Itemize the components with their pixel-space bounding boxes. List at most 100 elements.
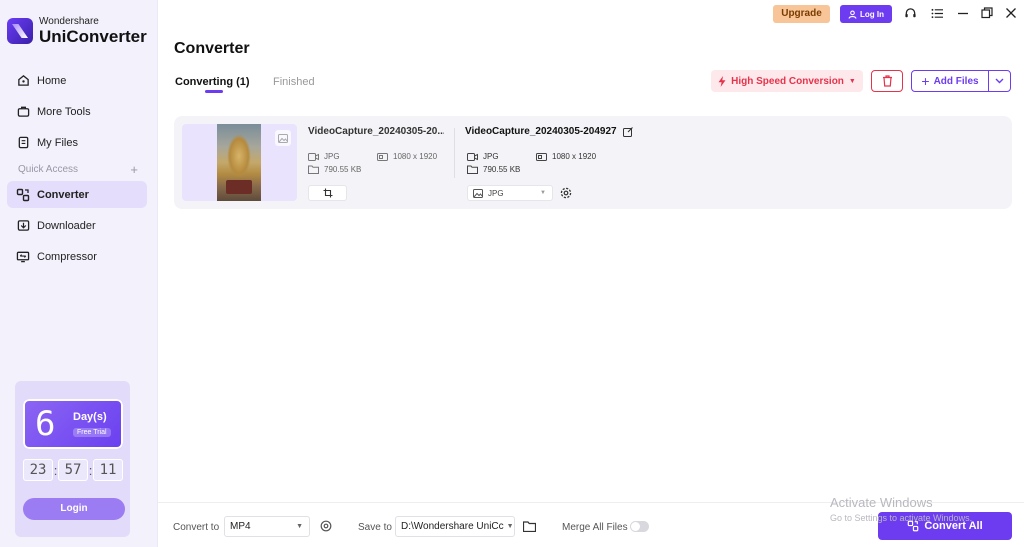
trial-days-count: 6 [35,404,56,444]
trial-days-badge: 6 Day(s) Free Trial [23,399,123,449]
merge-all-files-label: Merge All Files [562,522,628,533]
sidebar-item-home[interactable]: Home [7,67,147,94]
watermark-title: Activate Windows [830,495,933,510]
caret-down-icon: ▼ [540,190,546,196]
card-divider [454,128,455,178]
sidebar-item-compressor[interactable]: Compressor [7,243,147,270]
video-icon [467,152,478,161]
target-size: 790.55 KB [467,165,520,174]
video-icon [308,152,319,161]
add-files-dropdown[interactable] [989,71,1010,91]
target-size-value: 790.55 KB [483,165,521,174]
caret-down-icon: ▼ [848,77,856,85]
caret-down-icon: ▼ [506,523,514,530]
source-size-value: 790.55 KB [324,165,362,174]
resolution-icon [536,152,547,161]
app-logo: Wondershare UniConverter [7,17,147,45]
high-speed-label: High Speed Conversion [731,75,844,87]
convert-to-select[interactable]: MP4 ▼ [224,516,310,537]
user-icon [848,10,857,19]
countdown-seconds: 11 [93,459,123,481]
quick-access-header: Quick Access + [18,162,138,177]
add-files-button[interactable]: + Add Files [912,71,989,91]
source-format-value: JPG [324,152,340,161]
folder-icon [308,165,319,174]
source-size: 790.55 KB [308,165,361,174]
output-format-value: JPG [488,188,504,198]
tab-finished[interactable]: Finished [273,76,315,88]
edit-icon[interactable] [622,126,633,137]
home-icon [16,74,30,88]
windows-activation-watermark: Activate Windows Go to Settings to activ… [830,495,972,523]
minimize-icon[interactable] [955,5,971,21]
trial-subtitle: Free Trial [73,428,111,437]
sidebar-item-converter[interactable]: Converter [7,181,147,208]
settings-gear-icon[interactable] [559,186,573,200]
target-file-name-row: VideoCapture_20240305-204927 [465,126,633,137]
output-format-select[interactable]: JPG ▼ [467,185,553,201]
trial-card: 6 Day(s) Free Trial 23 : 57 : 11 Login [15,381,130,537]
sidebar-item-downloader[interactable]: Downloader [7,212,147,239]
add-files-button-group: + Add Files [911,70,1011,92]
target-file-name: VideoCapture_20240305-204927 [465,126,617,137]
caret-down-icon: ▼ [296,523,303,530]
target-format: JPG [467,152,499,161]
delete-button[interactable] [871,70,903,92]
save-to-label: Save to [358,522,392,533]
convert-to-label: Convert to [173,522,220,533]
open-folder-icon[interactable] [521,518,537,534]
tab-converting[interactable]: Converting (1) [175,76,250,93]
output-settings-icon[interactable] [318,518,334,534]
countdown-hours: 23 [23,459,53,481]
source-file-name: VideoCapture_20240305-20... [308,126,444,137]
sidebar-item-label: Compressor [37,250,97,263]
source-format: JPG [308,152,340,161]
convert-to-value: MP4 [230,521,251,532]
countdown-minutes: 57 [58,459,88,481]
image-type-icon [275,130,291,146]
page-title: Converter [174,40,250,57]
sidebar-item-label: My Files [37,136,78,149]
target-format-value: JPG [483,152,499,161]
quick-access-label: Quick Access [18,164,79,175]
sidebar-login-button[interactable]: Login [23,498,125,520]
merge-all-files-toggle[interactable] [630,521,649,532]
add-quick-access-icon[interactable]: + [130,162,138,177]
crop-icon [323,188,333,198]
source-resolution: 1080 x 1920 [377,152,437,161]
restore-icon[interactable] [979,5,995,21]
converter-icon [16,188,30,202]
trash-icon [882,75,893,87]
logo-product: UniConverter [39,27,147,46]
login-button[interactable]: Log In [840,5,892,23]
sidebar-item-label: More Tools [37,105,91,118]
file-item-card: VideoCapture_20240305-20... JPG 1080 x 1… [174,116,1012,209]
sidebar-item-my-files[interactable]: My Files [7,129,147,156]
sidebar-item-label: Home [37,74,67,87]
sidebar: Wondershare UniConverter Home More Tools… [0,0,158,547]
target-resolution-value: 1080 x 1920 [552,152,597,161]
file-thumbnail[interactable] [182,124,297,201]
headset-icon[interactable] [902,5,918,21]
trial-days-unit: Day(s) [73,411,107,423]
sidebar-item-label: Converter [37,188,89,201]
sidebar-item-label: Downloader [37,219,96,232]
toolbox-icon [16,105,30,119]
folder-icon [467,165,478,174]
upgrade-button[interactable]: Upgrade [773,5,830,23]
compressor-icon [16,250,30,264]
close-icon[interactable] [1003,5,1019,21]
add-files-label: Add Files [933,75,979,87]
thumbnail-image [217,124,261,201]
chevron-down-icon [995,78,1004,84]
image-icon [473,188,483,198]
menu-icon[interactable] [929,5,945,21]
high-speed-conversion-button[interactable]: High Speed Conversion ▼ [711,70,863,92]
uniconverter-logo-icon [7,18,33,44]
source-resolution-value: 1080 x 1920 [393,152,438,161]
sidebar-item-more-tools[interactable]: More Tools [7,98,147,125]
downloader-icon [16,219,30,233]
save-to-select[interactable]: D:\Wondershare UniCc ▼ [395,516,515,537]
crop-button[interactable] [308,185,347,201]
trial-countdown: 23 : 57 : 11 [23,459,123,481]
